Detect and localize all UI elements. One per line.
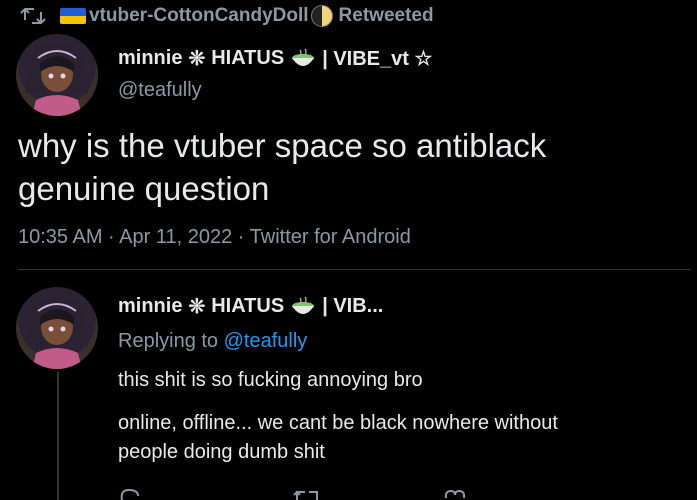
name-part: HIATUS bbox=[211, 295, 285, 317]
sparkle-glyph: ❊ bbox=[188, 48, 206, 70]
reply-icon bbox=[120, 488, 139, 500]
reply-button[interactable] bbox=[118, 488, 248, 500]
reply-avatar[interactable] bbox=[16, 287, 98, 369]
mention-link[interactable]: @teafully bbox=[224, 330, 308, 352]
tweet-text-line: why is the vtuber space so antiblack bbox=[18, 127, 547, 164]
retweet-icon bbox=[20, 7, 46, 25]
retweet-button[interactable] bbox=[293, 488, 423, 500]
replying-to-label: Replying to bbox=[118, 330, 219, 352]
matcha-bowl-icon bbox=[292, 296, 315, 314]
tweet-text-line: genuine question bbox=[18, 170, 270, 207]
name-part: | VIBE_vt ☆ bbox=[322, 48, 433, 70]
avatar-image bbox=[26, 297, 88, 369]
name-part: HIATUS bbox=[211, 47, 285, 69]
retweet-header: vtuber-CottonCandyDoll Retweeted bbox=[20, 4, 434, 28]
author-display-name[interactable]: minnie ❊ HIATUS | VIBE_vt ☆ bbox=[118, 46, 432, 71]
tweet-timestamp[interactable]: 10:35 AM · Apr 11, 2022 · Twitter for An… bbox=[18, 226, 411, 249]
name-part: minnie bbox=[118, 295, 183, 317]
divider bbox=[18, 269, 691, 270]
author-handle[interactable]: @teafully bbox=[118, 79, 202, 102]
ukraine-flag-icon bbox=[60, 8, 86, 24]
thread-line bbox=[57, 372, 59, 500]
heart-icon bbox=[444, 489, 466, 499]
half-moon-icon bbox=[310, 5, 333, 27]
reply-text: online, offline... we cant be black nowh… bbox=[118, 409, 688, 467]
reply-text-line: people doing dumb shit bbox=[118, 441, 325, 463]
avatar-image bbox=[26, 44, 88, 116]
like-button[interactable] bbox=[443, 488, 573, 500]
reply-text-line: online, offline... we cant be black nowh… bbox=[118, 412, 558, 434]
tweet-actions bbox=[118, 488, 638, 500]
reply-text: this shit is so fucking annoying bro bbox=[118, 369, 423, 391]
name-part: minnie bbox=[118, 47, 183, 69]
retweeter-name[interactable]: vtuber-CottonCandyDoll bbox=[89, 5, 309, 27]
name-part: | VIB... bbox=[322, 295, 384, 317]
retweet-icon bbox=[293, 490, 318, 500]
avatar[interactable] bbox=[16, 34, 98, 116]
replying-to: Replying to @teafully bbox=[118, 330, 307, 353]
sparkle-glyph: ❊ bbox=[188, 296, 206, 318]
retweeted-label: Retweeted bbox=[338, 5, 434, 26]
reply-author-display-name[interactable]: minnie ❊ HIATUS | VIB... bbox=[118, 294, 383, 319]
tweet-text: why is the vtuber space so antiblack gen… bbox=[18, 124, 688, 210]
matcha-bowl-icon bbox=[292, 48, 315, 66]
